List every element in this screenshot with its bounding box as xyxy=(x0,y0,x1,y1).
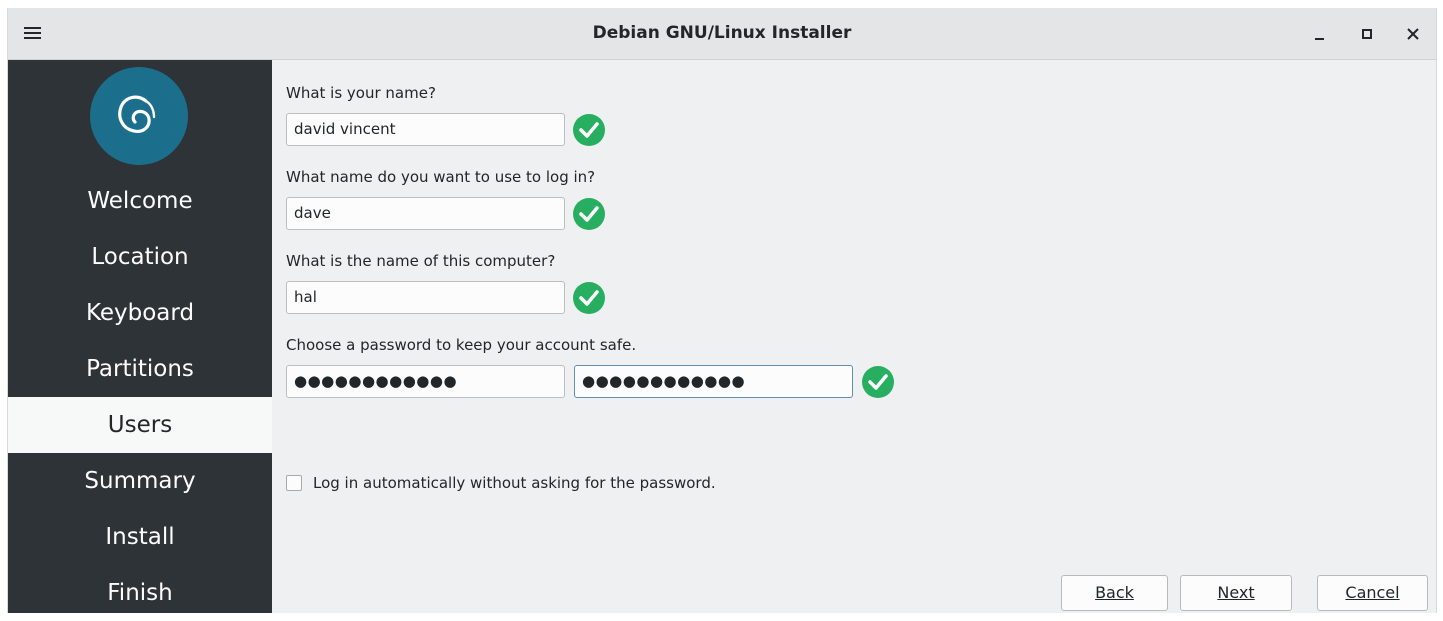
autologin-label[interactable]: Log in automatically without asking for … xyxy=(313,474,716,492)
sidebar-step-users: Users xyxy=(8,397,272,453)
title-bar: Debian GNU/Linux Installer xyxy=(8,8,1436,60)
step-sidebar: Welcome Location Keyboard Partitions Use… xyxy=(8,60,272,613)
window-title: Debian GNU/Linux Installer xyxy=(592,23,852,43)
next-button[interactable]: Next xyxy=(1180,575,1292,611)
green-check-icon xyxy=(573,282,605,314)
computer-name-label: What is the name of this computer? xyxy=(286,252,556,270)
password-input[interactable]: ●●●●●●●●●●●● xyxy=(286,365,565,398)
password-label: Choose a password to keep your account s… xyxy=(286,336,637,354)
name-label: What is your name? xyxy=(286,84,436,102)
green-check-icon xyxy=(573,114,605,146)
close-icon[interactable] xyxy=(1401,22,1425,46)
back-button-label: Back xyxy=(1095,583,1134,602)
sidebar-step-install: Install xyxy=(105,524,175,550)
sidebar-step-location: Location xyxy=(91,244,189,270)
next-button-label: Next xyxy=(1217,583,1255,602)
computer-name-input[interactable]: hal xyxy=(286,281,565,314)
cancel-button[interactable]: Cancel xyxy=(1317,575,1428,611)
full-name-input[interactable]: david vincent xyxy=(286,113,565,146)
password-confirm-input[interactable]: ●●●●●●●●●●●● xyxy=(574,365,853,398)
installer-window: Debian GNU/Linux Installer Welcome Locat… xyxy=(7,8,1437,613)
sidebar-step-partitions: Partitions xyxy=(86,356,194,382)
green-check-icon xyxy=(573,198,605,230)
green-check-icon xyxy=(862,366,894,398)
sidebar-step-keyboard: Keyboard xyxy=(85,300,195,326)
login-name-input[interactable]: dave xyxy=(286,197,565,230)
minimize-icon[interactable] xyxy=(1308,22,1332,46)
back-button[interactable]: Back xyxy=(1061,575,1168,611)
cancel-button-label: Cancel xyxy=(1345,583,1400,602)
autologin-checkbox[interactable] xyxy=(286,475,302,491)
login-label: What name do you want to use to log in? xyxy=(286,168,596,186)
sidebar-step-welcome: Welcome xyxy=(87,188,193,214)
maximize-icon[interactable] xyxy=(1355,22,1379,46)
debian-swirl-icon xyxy=(90,67,188,165)
sidebar-step-summary: Summary xyxy=(84,468,196,494)
users-form: What is your name? david vincent What na… xyxy=(272,60,1436,613)
